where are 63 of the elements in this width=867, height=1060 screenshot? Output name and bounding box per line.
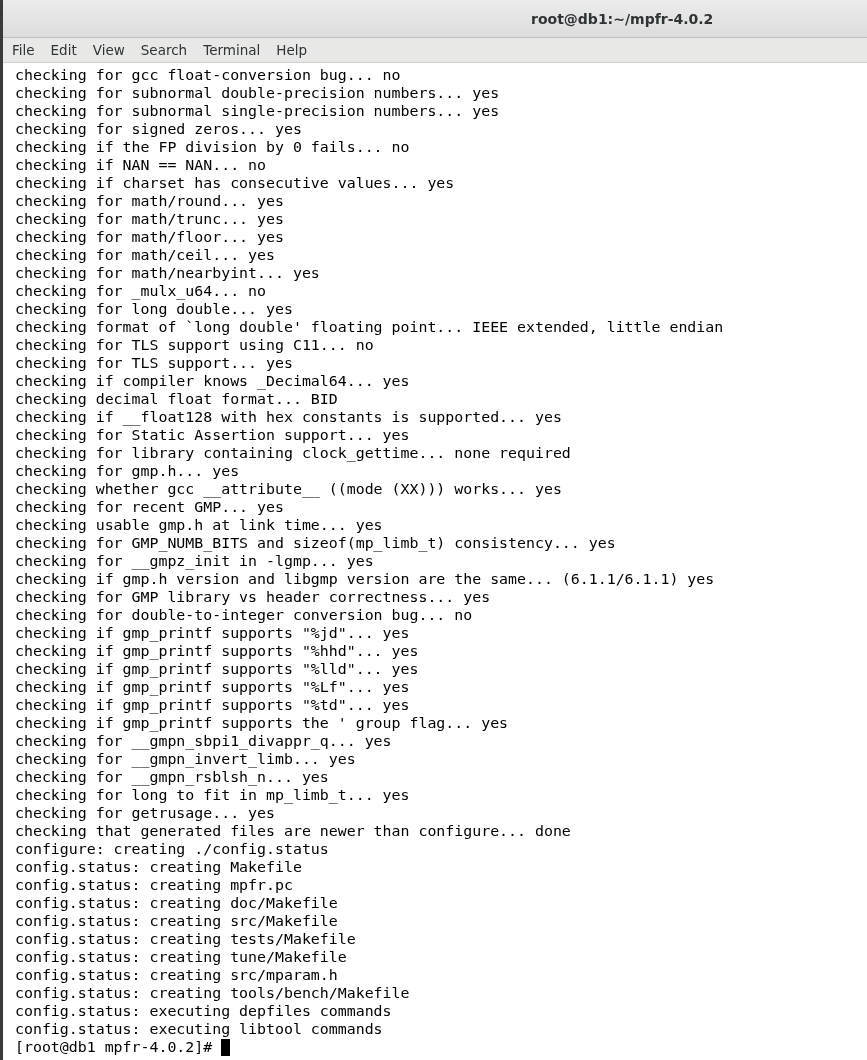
terminal-line: checking for getrusage... yes	[15, 804, 276, 822]
terminal-line: checking if gmp_printf supports "%jd"... yes	[15, 624, 411, 642]
terminal-line: checking for _mulx_u64... no	[15, 282, 268, 300]
terminal-line: checking if compiler knows _Decimal64... yes	[15, 372, 411, 390]
terminal-line: checking for math/nearbyint... yes	[15, 264, 321, 282]
terminal-line: config.status: creating Makefile	[15, 858, 303, 876]
terminal-line: checking for double-to-integer conversion bug... no	[15, 606, 474, 624]
terminal-line: config.status: creating src/Makefile	[15, 912, 339, 930]
terminal-line: checking for TLS support... yes	[15, 354, 294, 372]
terminal-line: config.status: executing libtool commands	[15, 1020, 384, 1038]
terminal-line: checking for subnormal double-precision numbers... yes	[15, 84, 501, 102]
terminal-line: checking if __float128 with hex constants is supported... yes	[15, 408, 563, 426]
terminal-line: checking if NAN == NAN... no	[15, 156, 268, 174]
terminal-line: checking if the FP division by 0 fails... no	[15, 138, 411, 156]
terminal-line: checking for long double... yes	[15, 300, 294, 318]
terminal-line: checking if gmp.h version and libgmp version are the same... (6.1.1/6.1.1) yes	[15, 570, 716, 588]
terminal-line: checking for gcc float-conversion bug... no	[15, 66, 402, 84]
terminal-line: checking for math/round... yes	[15, 192, 285, 210]
cursor-block	[221, 1038, 231, 1056]
terminal-line: checking for subnormal single-precision numbers... yes	[15, 102, 501, 120]
terminal-line: checking if gmp_printf supports "%td"... yes	[15, 696, 411, 714]
terminal-line: checking for signed zeros... yes	[15, 120, 303, 138]
terminal-line: config.status: creating tests/Makefile	[15, 930, 357, 948]
terminal-line: checking for __gmpz_init in -lgmp... yes	[15, 552, 375, 570]
menu-item[interactable]: View	[85, 42, 132, 58]
terminal-line: config.status: creating tools/bench/Makefile	[15, 984, 411, 1002]
terminal-line: checking that generated files are newer than configure... done	[15, 822, 572, 840]
terminal-line: checking usable gmp.h at link time... yes	[15, 516, 384, 534]
terminal-line: config.status: creating src/mparam.h	[15, 966, 339, 984]
terminal-line: checking for __gmpn_invert_limb... yes	[15, 750, 357, 768]
terminal-line: checking whether gcc __attribute__ ((mode (XX))) works... yes	[15, 480, 563, 498]
menu-item[interactable]: Search	[133, 42, 195, 58]
terminal-line: checking for long to fit in mp_limb_t... yes	[15, 786, 411, 804]
terminal-line: config.status: creating tune/Makefile	[15, 948, 348, 966]
terminal-line: checking if charset has consecutive values... yes	[15, 174, 456, 192]
terminal-line: checking if gmp_printf supports the ' group flag... yes	[15, 714, 510, 732]
menu-item[interactable]: File	[5, 42, 42, 58]
terminal-line: checking if gmp_printf supports "%hhd"... yes	[15, 642, 420, 660]
shell-prompt: [root@db1 mpfr-4.0.2]#	[15, 1038, 213, 1056]
terminal-line: checking for Static Assertion support... yes	[15, 426, 411, 444]
menu-item[interactable]: Edit	[43, 42, 84, 58]
terminal-line: checking for TLS support using C11... no	[15, 336, 375, 354]
terminal-line: checking if gmp_printf supports "%lld"... yes	[15, 660, 420, 678]
terminal-line: checking format of `long double' floating point... IEEE extended, little endian	[15, 318, 725, 336]
terminal-line: checking for GMP_NUMB_BITS and sizeof(mp_limb_t) consistency... yes	[15, 534, 617, 552]
terminal-line: configure: creating ./config.status	[15, 840, 330, 858]
terminal-line: checking for math/ceil... yes	[15, 246, 276, 264]
terminal-line: config.status: executing depfiles commands	[15, 1002, 393, 1020]
terminal-line: checking for __gmpn_sbpi1_divappr_q... yes	[15, 732, 393, 750]
terminal-line: checking for math/floor... yes	[15, 228, 285, 246]
menu-item[interactable]: Help	[269, 42, 315, 58]
terminal-line: checking for gmp.h... yes	[15, 462, 241, 480]
terminal-line: checking if gmp_printf supports "%Lf"... yes	[15, 678, 411, 696]
window-title: root@db1:~/mpfr-4.0.2	[531, 10, 714, 27]
terminal-line: checking for __gmpn_rsblsh_n... yes	[15, 768, 330, 786]
terminal-line: checking for library containing clock_gettime... none required	[15, 444, 572, 462]
terminal-line: checking for math/trunc... yes	[15, 210, 285, 228]
terminal-line: config.status: creating doc/Makefile	[15, 894, 339, 912]
terminal-line: checking decimal float format... BID	[15, 390, 339, 408]
terminal-line: checking for GMP library vs header correctness... yes	[15, 588, 492, 606]
terminal-line: checking for recent GMP... yes	[15, 498, 285, 516]
terminal-line: config.status: creating mpfr.pc	[15, 876, 294, 894]
menu-item[interactable]: Terminal	[196, 42, 268, 58]
